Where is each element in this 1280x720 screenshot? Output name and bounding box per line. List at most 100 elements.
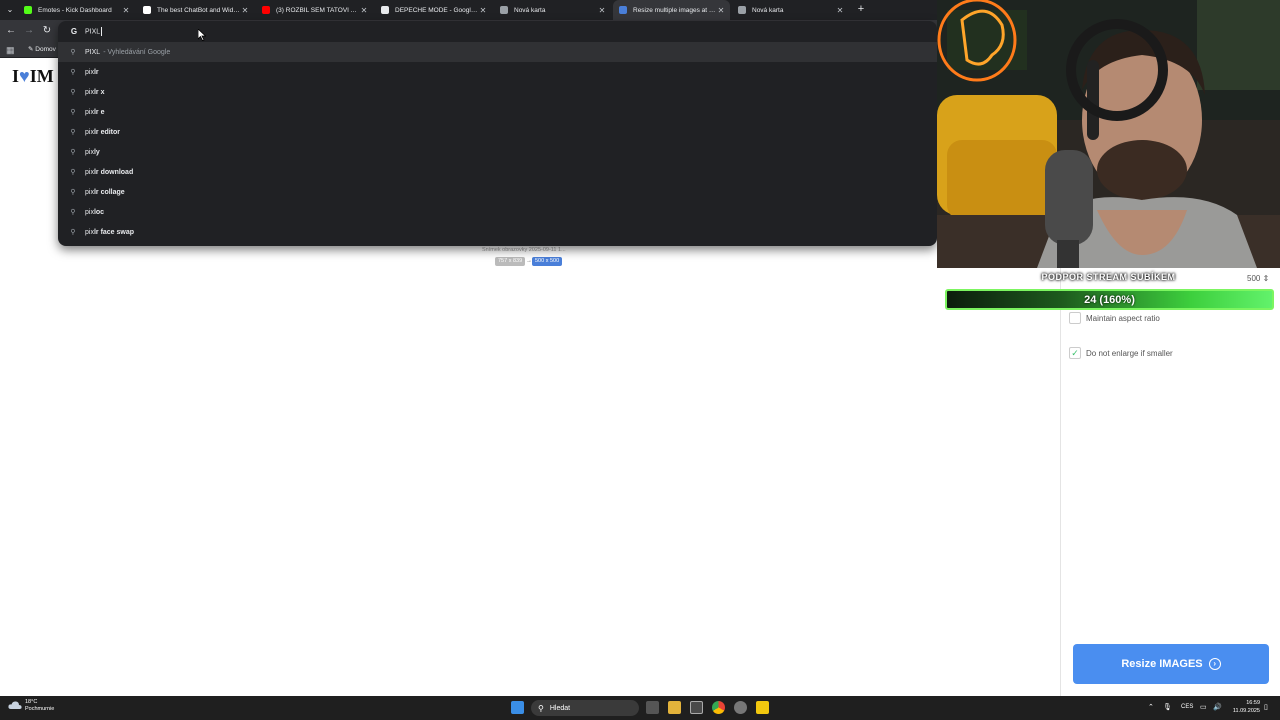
suggestion-completion: lr download	[93, 168, 134, 176]
tab-strip: ⌄ Emotes - Kick Dashboard ✕ The best ChatB…	[0, 0, 937, 20]
suggestion-completion: loc	[93, 208, 105, 216]
apps-icon[interactable]: ▦	[6, 45, 16, 55]
tab[interactable]: The best ChatBot and Widgets ✕	[137, 0, 254, 20]
maintain-aspect-label: Maintain aspect ratio	[1086, 314, 1160, 323]
sticky-notes-icon[interactable]	[756, 701, 769, 714]
notification-icon[interactable]: ▯	[1264, 701, 1268, 714]
suggestion-prefix: pix	[85, 188, 94, 196]
suggestion-item[interactable]: ⚲ pixlr	[58, 62, 937, 82]
search-icon: ⚲	[70, 149, 76, 156]
chrome-icon	[500, 6, 508, 14]
webcam-overlay	[937, 0, 1280, 268]
tab[interactable]: (3) ROZBIL SEM TATOVI AUTO✕	[256, 0, 373, 20]
iloveimg-icon	[619, 6, 627, 14]
suggestion-prefix: pix	[85, 108, 94, 116]
tab-label: The best ChatBot and Widgets	[157, 6, 240, 14]
streamer-webcam-image	[937, 0, 1280, 268]
settings-gear-icon[interactable]	[734, 701, 747, 714]
tab[interactable]: Emotes - Kick Dashboard ✕	[18, 0, 135, 20]
chrome-icon	[738, 6, 746, 14]
suggestion-item[interactable]: ⚲ pixly	[58, 142, 937, 162]
suggestion-completion: lr e	[93, 108, 105, 116]
back-icon[interactable]: ←	[4, 24, 18, 38]
forward-icon[interactable]: →	[22, 24, 36, 38]
tab-search-icon[interactable]: ⌄	[4, 4, 16, 16]
volume-icon[interactable]: 🔊	[1213, 701, 1222, 714]
cloud-icon	[8, 701, 22, 709]
close-tab-icon[interactable]: ✕	[716, 6, 726, 15]
new-size-badge: 500 x 500	[532, 257, 563, 266]
suggestion-item[interactable]: ⚲ pixloc	[58, 202, 937, 222]
close-tab-icon[interactable]: ✕	[597, 6, 607, 15]
store-icon[interactable]	[690, 701, 703, 714]
search-icon: ⚲	[538, 703, 544, 713]
suggestion-completion: ly	[93, 148, 100, 156]
system-clock[interactable]: 16:59 11.09.2025	[1226, 699, 1260, 715]
network-icon[interactable]: ▭	[1200, 701, 1207, 714]
suggestion-completion: lr	[93, 68, 99, 76]
close-tab-icon[interactable]: ✕	[121, 6, 131, 15]
bookmark-item[interactable]: ✎ Domov	[28, 44, 56, 56]
youtube-icon	[262, 6, 270, 14]
suggestion-item[interactable]: ⚲ pixlr download	[58, 162, 937, 182]
suggestion-item[interactable]: ⚲ pixlr e	[58, 102, 937, 122]
heart-icon: ♥	[19, 66, 30, 86]
windows-taskbar: 18°C Pochmurnie ⚲ Hledat ⌃ 🎙 CES ▭ 🔊 16:5…	[0, 696, 1280, 720]
tray-chevron-icon[interactable]: ⌃	[1148, 701, 1154, 714]
close-tab-icon[interactable]: ✕	[478, 6, 488, 15]
task-view-icon[interactable]	[646, 701, 659, 714]
suggestion-item[interactable]: ⚲ pixlr editor	[58, 122, 937, 142]
original-size-badge: 757 x 839	[495, 257, 526, 266]
suggestion-prefix: pix	[85, 208, 94, 216]
sub-goal-progress-bar: 24 (160%)	[945, 289, 1274, 310]
tab[interactable]: Resize multiple images at once! ✕	[613, 0, 730, 20]
windows-start-icon[interactable]	[511, 701, 524, 714]
weather-widget[interactable]: 18°C Pochmurnie	[25, 699, 54, 713]
mouse-cursor-icon	[198, 29, 206, 41]
suggestion-completion: lr face swap	[93, 228, 135, 236]
suggestion-completion: lr collage	[93, 188, 125, 196]
chrome-taskbar-icon[interactable]	[712, 701, 725, 714]
reload-icon[interactable]: ↻	[40, 24, 54, 38]
omnibox-value: PIXL	[85, 28, 101, 36]
tab-label: Resize multiple images at once!	[633, 6, 716, 14]
microphone-icon[interactable]: 🎙	[1163, 701, 1172, 714]
suggestion-item[interactable]: ⚲ pixlr face swap	[58, 222, 937, 242]
suggestion-completion: lr editor	[93, 128, 121, 136]
close-tab-icon[interactable]: ✕	[835, 6, 845, 15]
search-icon: ⚲	[70, 209, 76, 216]
suggestion-prefix: pix	[85, 228, 94, 236]
close-tab-icon[interactable]: ✕	[359, 6, 369, 15]
suggestion-prefix: pix	[85, 68, 94, 76]
suggestion-prefix: pix	[85, 128, 94, 136]
no-enlarge-checkbox[interactable]: ✓	[1069, 347, 1081, 359]
file-explorer-icon[interactable]	[668, 701, 681, 714]
omnibox-input[interactable]: G PIXL	[58, 21, 937, 42]
tab[interactable]: DEPECHE MODE - Google Search✕	[375, 0, 492, 20]
taskbar-search[interactable]: ⚲ Hledat	[531, 700, 639, 716]
tab[interactable]: Nová karta ✕	[732, 0, 849, 20]
sub-goal-label: PODPOR STREAM SUBÍKEM	[1041, 272, 1176, 282]
suggestion-search-google[interactable]: ⚲ PIXL - Vyhledávání Google	[58, 42, 937, 62]
tab-label: DEPECHE MODE - Google Search	[395, 6, 478, 14]
search-icon: ⚲	[70, 109, 76, 116]
maintain-aspect-checkbox[interactable]	[1069, 312, 1081, 324]
search-icon: ⚲	[70, 229, 76, 236]
search-icon: ⚲	[70, 69, 76, 76]
iloveimg-logo[interactable]: I♥IM	[12, 66, 54, 87]
tab-label: (3) ROZBIL SEM TATOVI AUTO	[276, 6, 359, 14]
suggestion-prefix: pix	[85, 148, 94, 156]
suggestion-item[interactable]: ⚲ pixlr x	[58, 82, 937, 102]
suggestion-item[interactable]: ⚲ pixlr collage	[58, 182, 937, 202]
new-tab-button[interactable]: +	[854, 2, 868, 16]
tab-label: Nová karta	[514, 6, 546, 14]
search-icon: ⚲	[70, 189, 76, 196]
bot-icon	[143, 6, 151, 14]
tab[interactable]: Nová karta ✕	[494, 0, 611, 20]
kick-icon	[24, 6, 32, 14]
close-tab-icon[interactable]: ✕	[240, 6, 250, 15]
google-g-icon: G	[70, 27, 78, 36]
resize-images-button[interactable]: Resize IMAGES ›	[1073, 644, 1269, 684]
language-indicator[interactable]: CES	[1181, 701, 1193, 714]
image-filename: Snímek obrazovky 2025-09-11 1...	[482, 247, 566, 253]
